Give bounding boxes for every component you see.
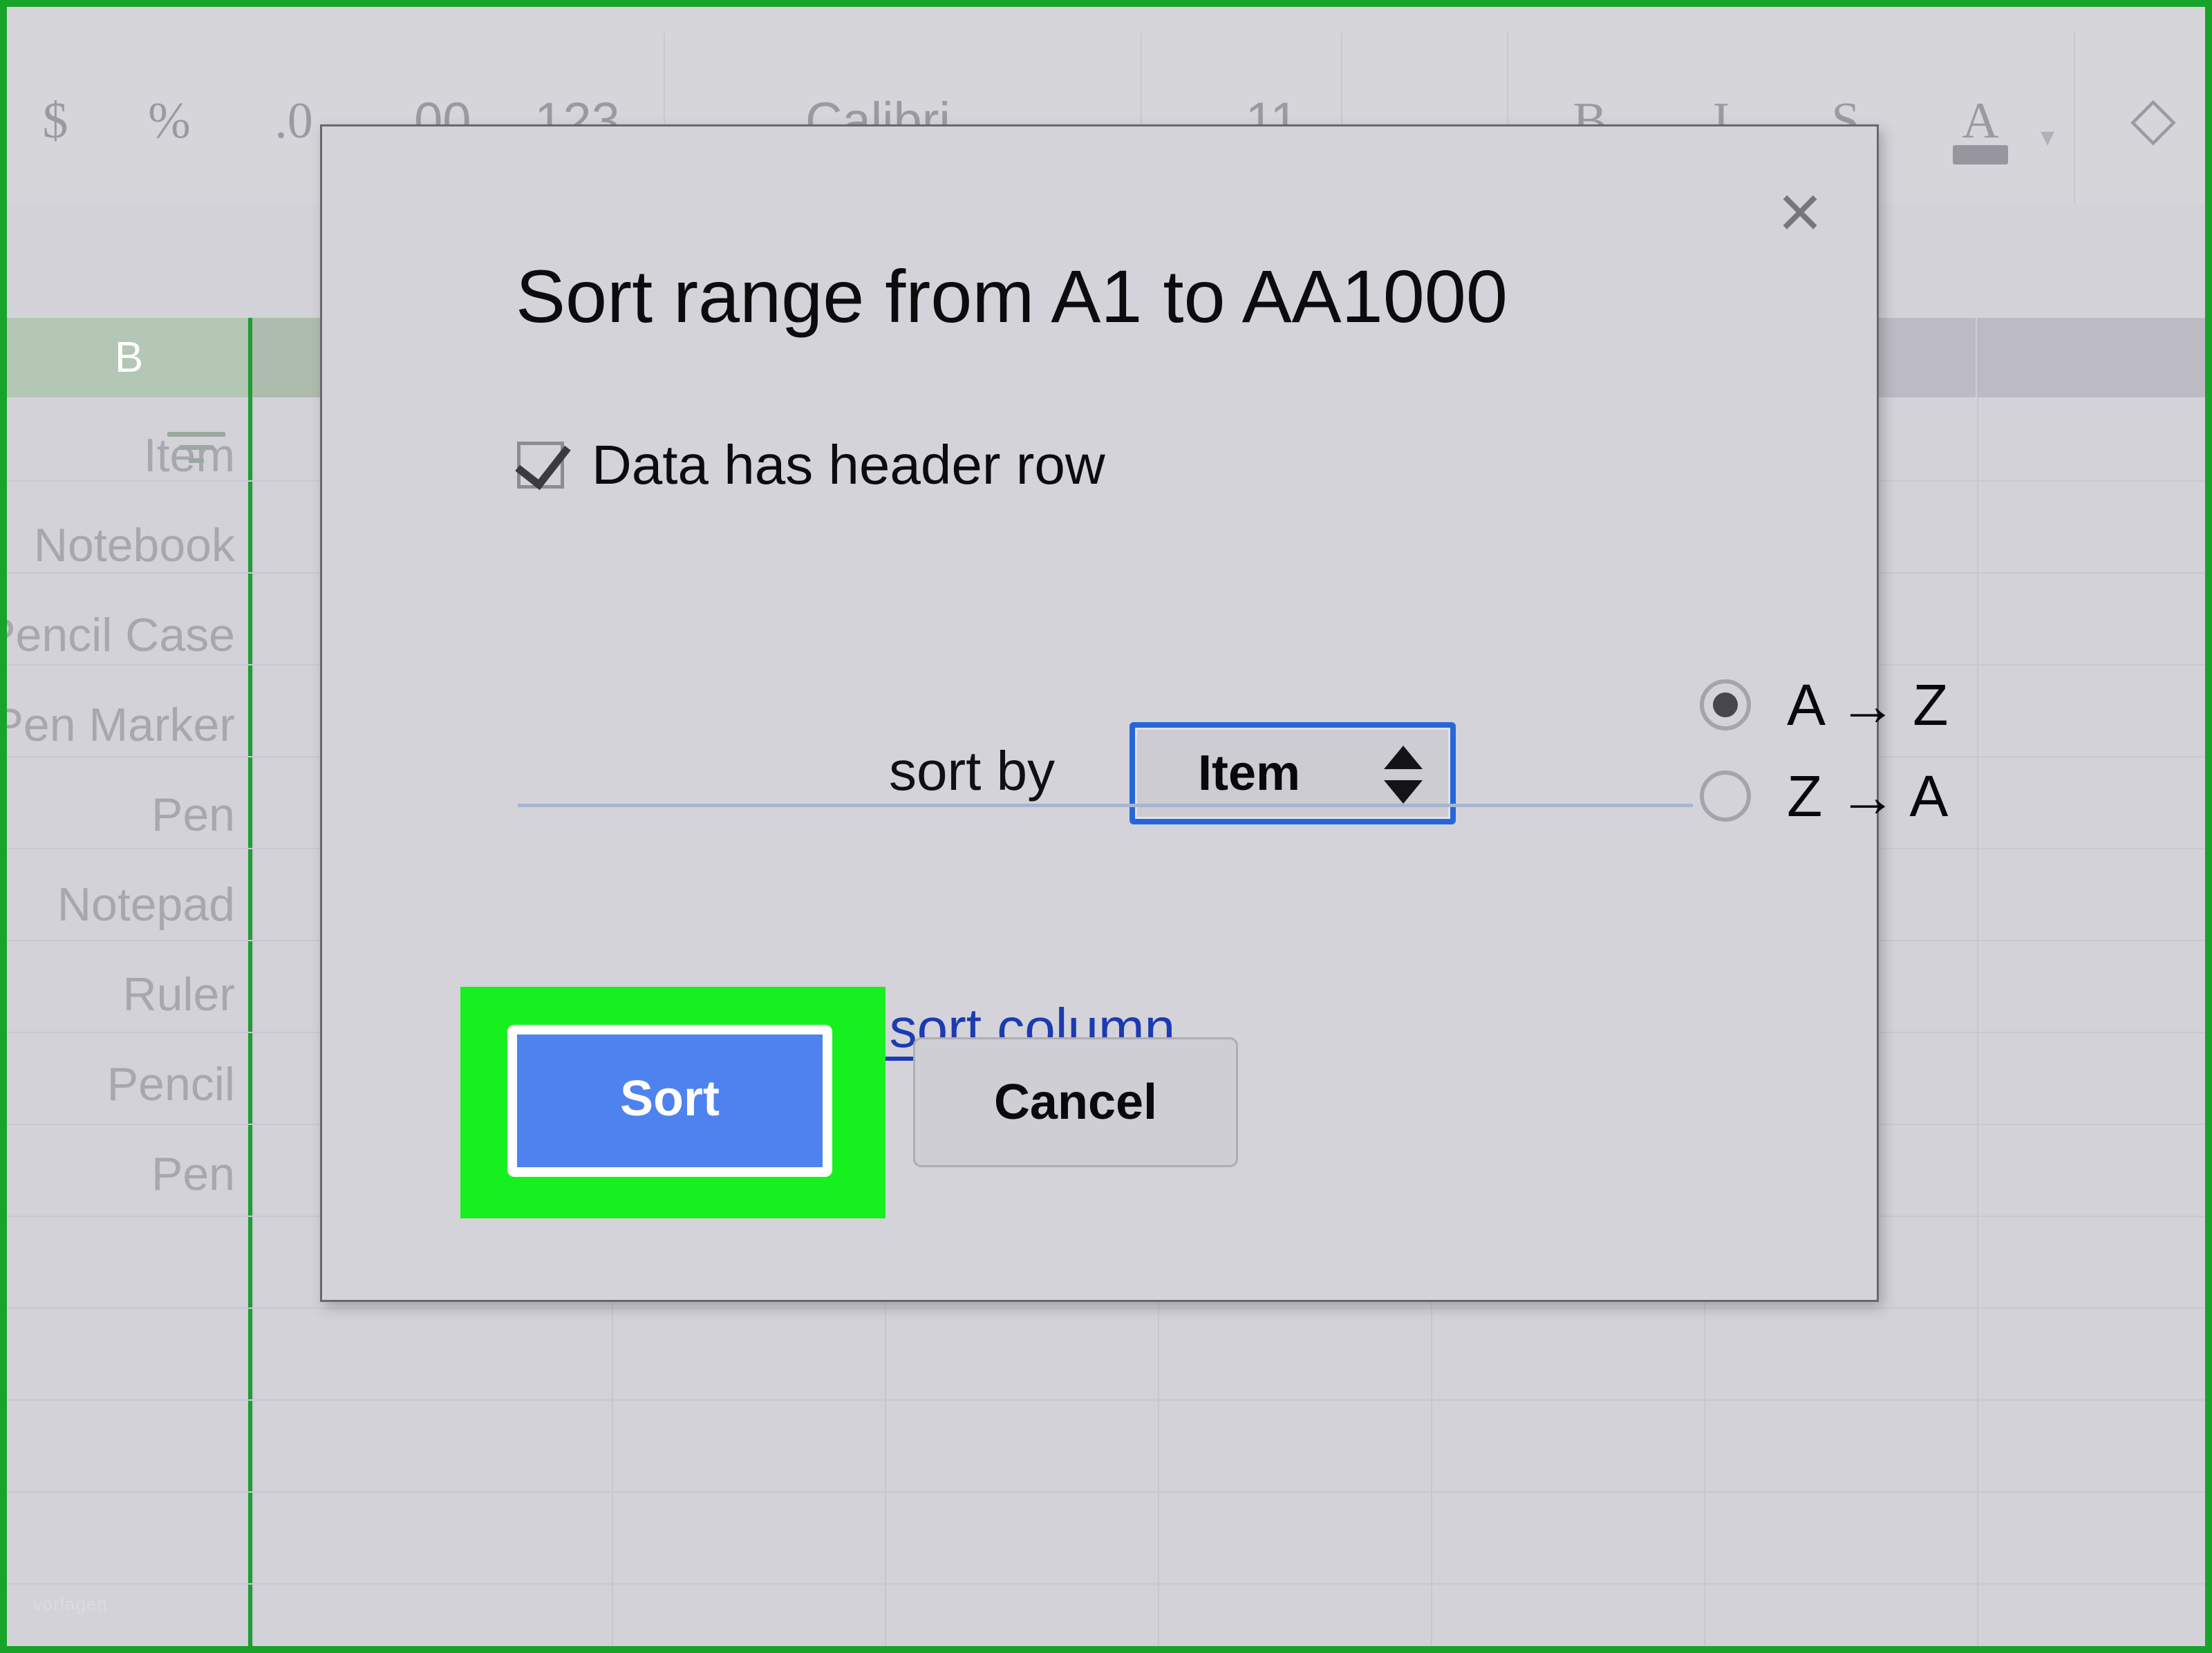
radio-z-to-a-label: Z → A [1787,767,1948,825]
header-row-checkbox-label: Data has header row [592,437,1105,493]
radio-z-to-a[interactable] [1700,771,1751,822]
grid-row-line [7,1399,2205,1401]
currency-format-icon[interactable]: $ [7,95,104,147]
grid-cell[interactable]: Notepad [7,881,235,928]
chevron-down-icon [1384,780,1423,804]
radio-option-z-to-a[interactable]: Z → A [1700,767,1948,825]
chevron-up-icon [1384,746,1423,769]
close-icon[interactable]: × [1762,176,1838,252]
grid-cell[interactable]: Pencil Case [7,612,235,659]
checkmark-icon [515,431,570,490]
header-row-checkbox[interactable] [517,442,564,489]
grid-cell[interactable]: Pen [7,791,235,838]
cancel-button[interactable]: Cancel [913,1037,1238,1167]
grid-cell[interactable]: Pencil [7,1061,235,1108]
grid-row-line [7,1491,2205,1493]
watermark-text: vorlagen [33,1594,108,1615]
sort-by-select-value: Item [1135,748,1363,798]
sort-range-dialog: × Sort range from A1 to AA1000 Data has … [320,124,1879,1302]
grid-column-line [252,397,254,1646]
toolbar-separator [2074,33,2075,206]
section-divider [518,804,1693,807]
radio-dot-icon [1713,692,1738,717]
grid-row-line [7,1583,2205,1585]
filter-icon[interactable] [167,432,225,471]
sort-button[interactable]: Sort [507,1025,832,1177]
screenshot-root: $%.0.00123▾Calibri▾11▾BISA▾◇ BIItemNoteb… [0,0,2212,1653]
grid-cell[interactable]: Notebook [7,522,235,569]
radio-option-a-to-z[interactable]: A → Z [1700,676,1948,734]
column-header-b[interactable]: B [7,318,252,397]
header-row-checkbox-row[interactable]: Data has header row [517,437,1105,493]
radio-a-to-z[interactable] [1700,679,1751,730]
sort-order-radio-group: A → Z Z → A [1700,676,1948,858]
chevron-updown-icon[interactable] [1384,746,1423,804]
grid-cell[interactable]: Pen Marker [7,701,235,748]
sort-by-select[interactable]: Item [1130,722,1456,824]
radio-a-to-z-label: A → Z [1787,676,1948,734]
chevron-down-icon[interactable]: ▾ [2041,123,2054,151]
fill-color-icon[interactable]: ◇ [2112,88,2195,148]
grid-cell[interactable]: Pen [7,1151,235,1198]
grid-cell[interactable]: Ruler [7,971,235,1018]
grid-row-line [7,1307,2205,1309]
grid-column-line [1977,397,1978,1646]
percent-format-icon[interactable]: % [118,95,221,147]
sort-by-label: sort by [889,744,1055,799]
text-color-swatch[interactable] [1953,145,2008,164]
text-color-icon[interactable]: A [1936,95,2025,147]
dialog-title: Sort range from A1 to AA1000 [516,259,1508,334]
